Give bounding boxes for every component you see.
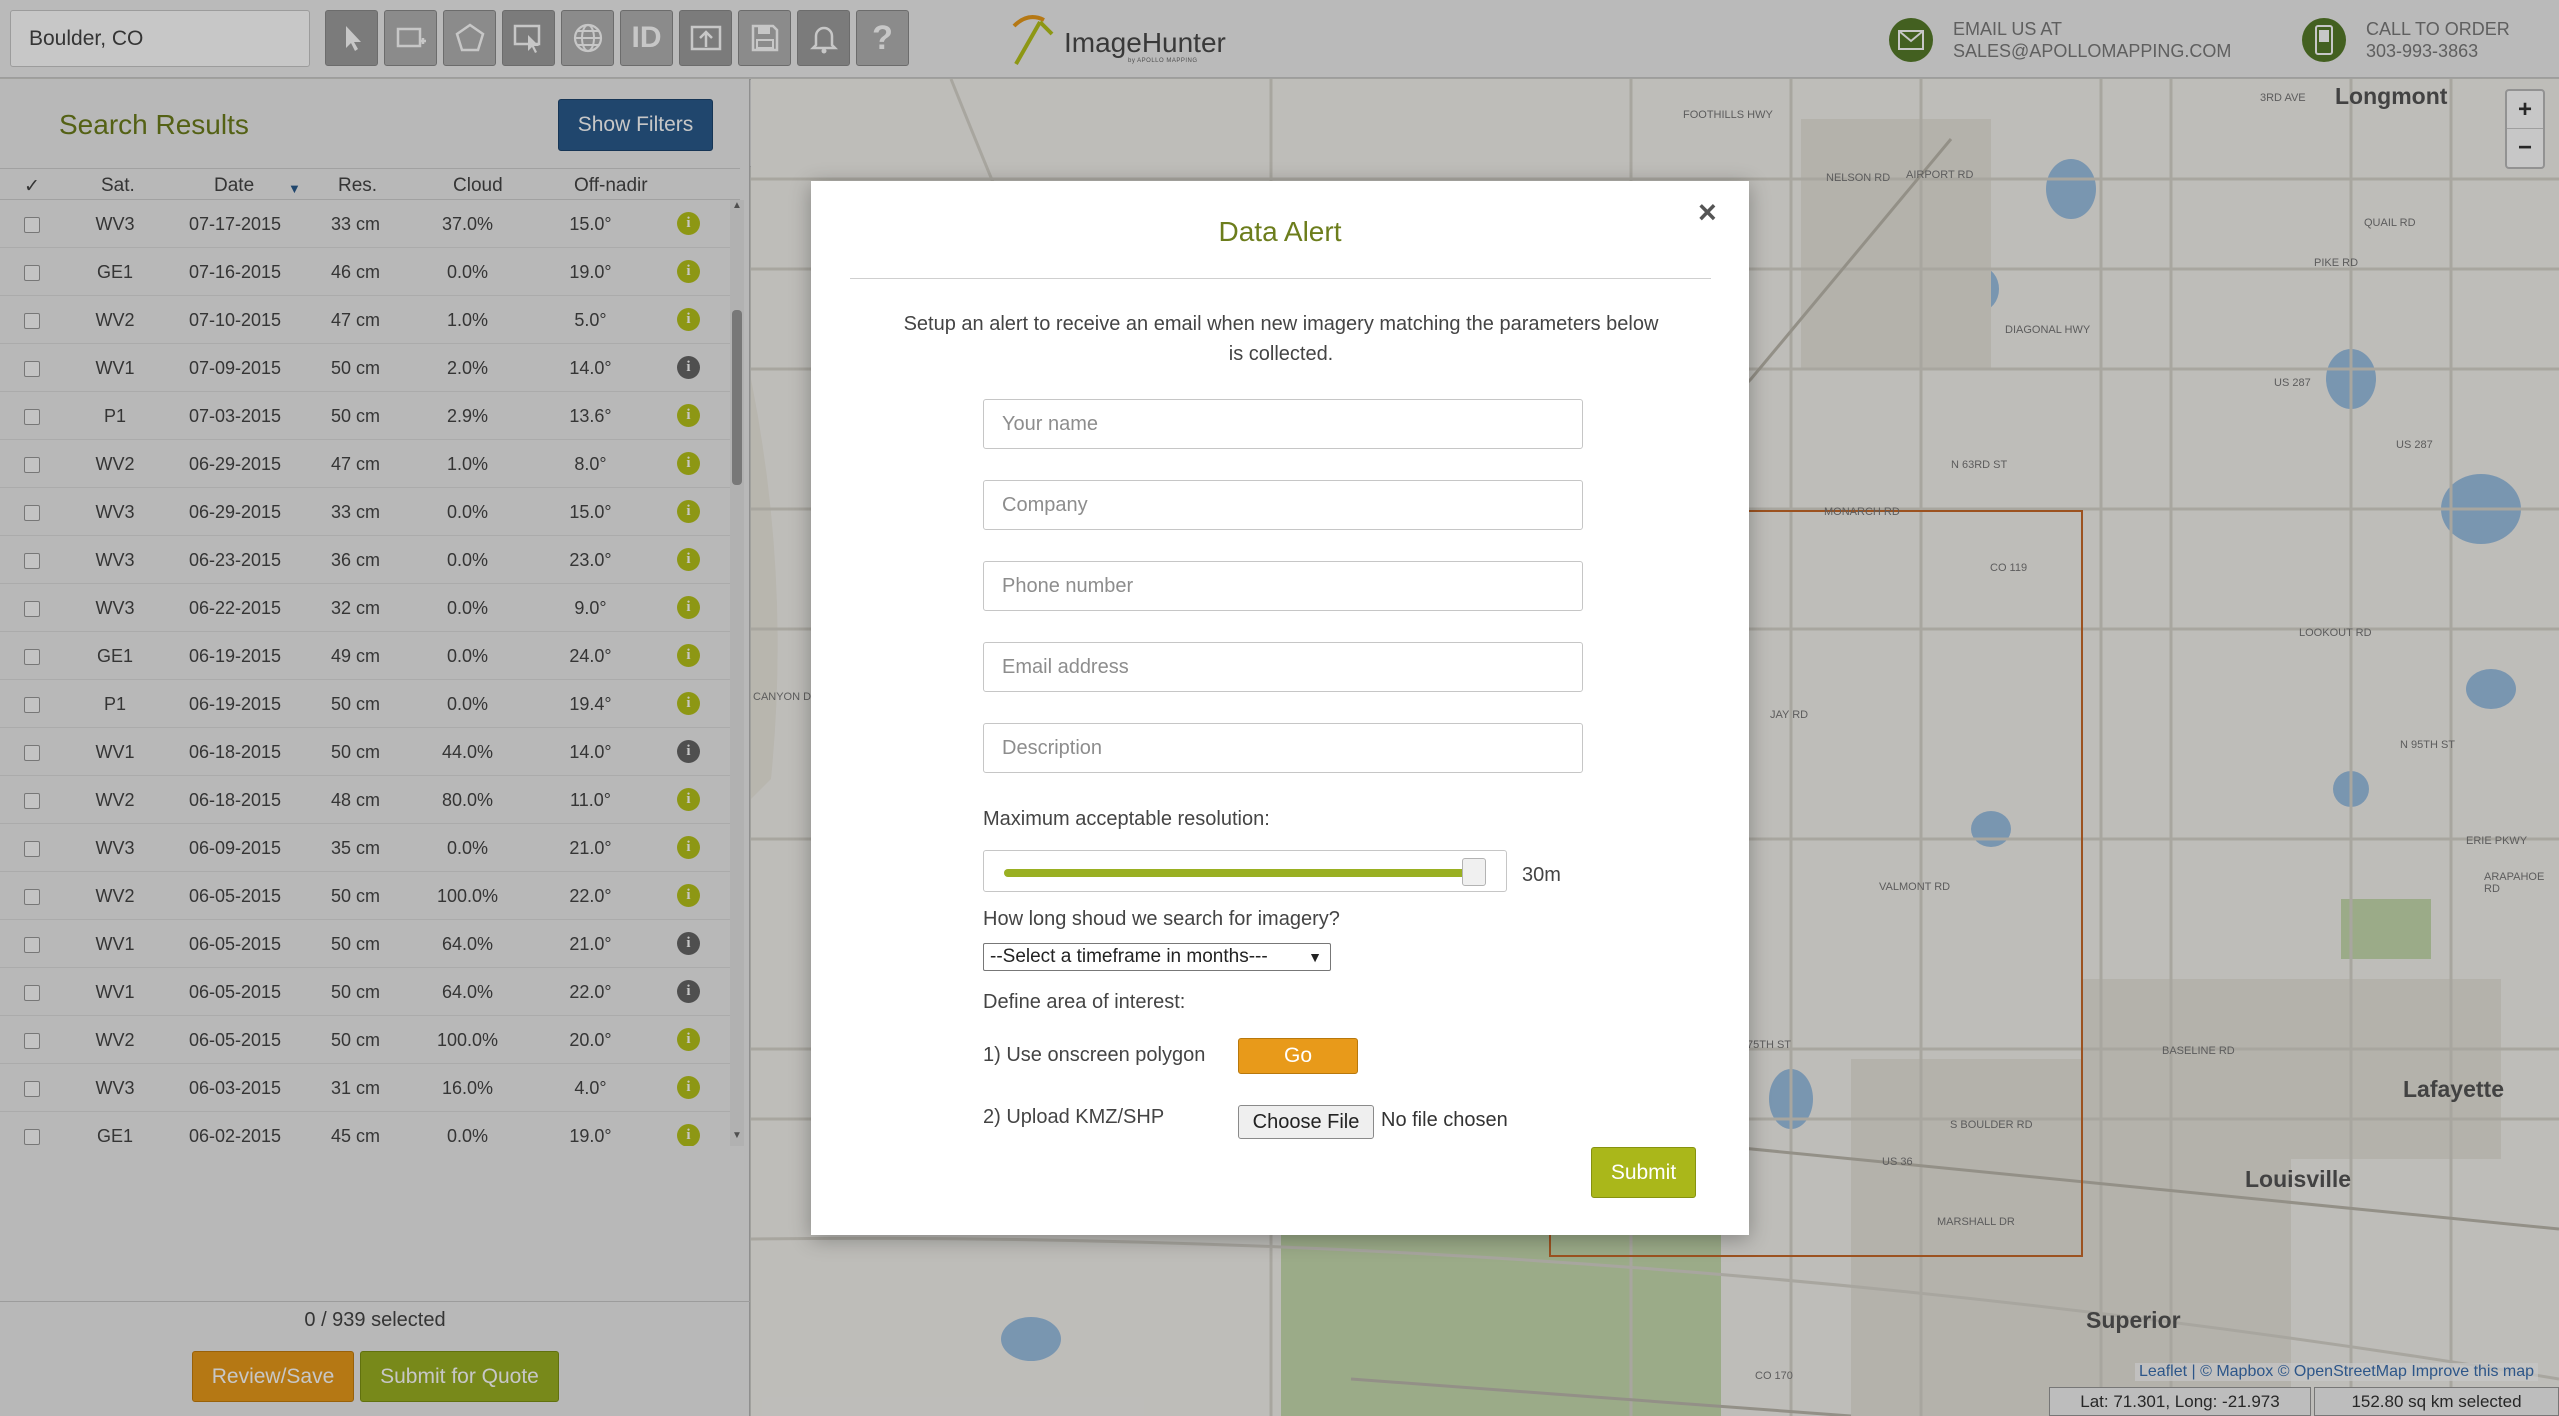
polygon-option-label: 1) Use onscreen polygon <box>983 1044 1206 1066</box>
resolution-slider[interactable] <box>983 850 1507 892</box>
submit-button[interactable]: Submit <box>1591 1147 1696 1198</box>
timeframe-label: How long shoud we search for imagery? <box>983 908 1340 930</box>
email-field[interactable] <box>983 642 1583 692</box>
name-field[interactable] <box>983 399 1583 449</box>
data-alert-modal: Data Alert × Setup an alert to receive a… <box>811 181 1749 1235</box>
company-field[interactable] <box>983 480 1583 530</box>
resolution-label: Maximum acceptable resolution: <box>983 808 1270 830</box>
modal-title: Data Alert <box>1218 216 1342 247</box>
slider-fill <box>1004 869 1475 877</box>
go-button[interactable]: Go <box>1238 1038 1358 1074</box>
aoi-label: Define area of interest: <box>983 991 1186 1013</box>
dropdown-arrow-icon: ▼ <box>1308 949 1322 965</box>
resolution-value: 30m <box>1522 864 1561 886</box>
modal-intro: Setup an alert to receive an email when … <box>903 313 1659 365</box>
modal-divider <box>850 278 1711 279</box>
slider-handle[interactable] <box>1462 858 1487 886</box>
no-file-status: No file chosen <box>1381 1109 1508 1131</box>
slider-track <box>1004 869 1484 877</box>
choose-file-button[interactable]: Choose File <box>1238 1105 1374 1139</box>
timeframe-select[interactable]: --Select a timeframe in months--- ▼ <box>983 943 1331 971</box>
upload-option-label: 2) Upload KMZ/SHP <box>983 1106 1165 1128</box>
timeframe-selected-value: --Select a timeframe in months--- <box>990 946 1268 967</box>
phone-field[interactable] <box>983 561 1583 611</box>
close-icon[interactable]: × <box>1698 194 1717 231</box>
description-field[interactable] <box>983 723 1583 773</box>
